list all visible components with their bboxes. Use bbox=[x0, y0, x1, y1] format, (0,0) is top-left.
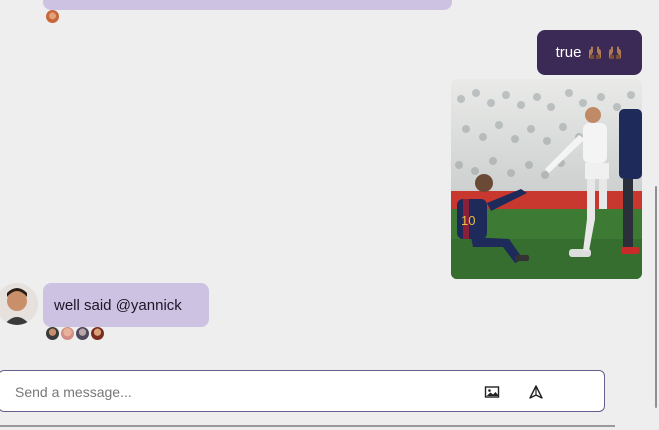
reader-avatar bbox=[46, 327, 59, 340]
divider bbox=[0, 425, 615, 427]
reader-avatar bbox=[91, 327, 104, 340]
raised-hands-icon bbox=[607, 46, 623, 60]
outgoing-message-bubble[interactable]: true bbox=[537, 30, 642, 75]
message-text: true bbox=[555, 44, 582, 61]
send-icon[interactable] bbox=[528, 384, 544, 400]
reader-avatar bbox=[61, 327, 74, 340]
read-receipts bbox=[46, 10, 59, 23]
image-icon[interactable] bbox=[484, 384, 500, 400]
raised-hands-emoji bbox=[587, 46, 623, 60]
message-text: well said @yannick bbox=[54, 296, 182, 314]
message-composer bbox=[0, 370, 605, 413]
message-input[interactable] bbox=[13, 371, 457, 413]
chat-thread: true 10 well said @yannick Send a messag… bbox=[0, 0, 659, 430]
reader-avatar bbox=[46, 10, 59, 23]
previous-message-bubble[interactable] bbox=[43, 0, 452, 10]
reader-avatar bbox=[76, 327, 89, 340]
scrollbar[interactable] bbox=[655, 186, 657, 408]
sender-avatar[interactable] bbox=[0, 283, 38, 325]
incoming-message-bubble[interactable]: well said @yannick bbox=[43, 283, 209, 327]
image-message[interactable]: 10 bbox=[451, 79, 642, 279]
raised-hands-icon bbox=[587, 46, 603, 60]
jersey-number: 10 bbox=[461, 213, 475, 228]
read-receipts bbox=[46, 327, 104, 340]
